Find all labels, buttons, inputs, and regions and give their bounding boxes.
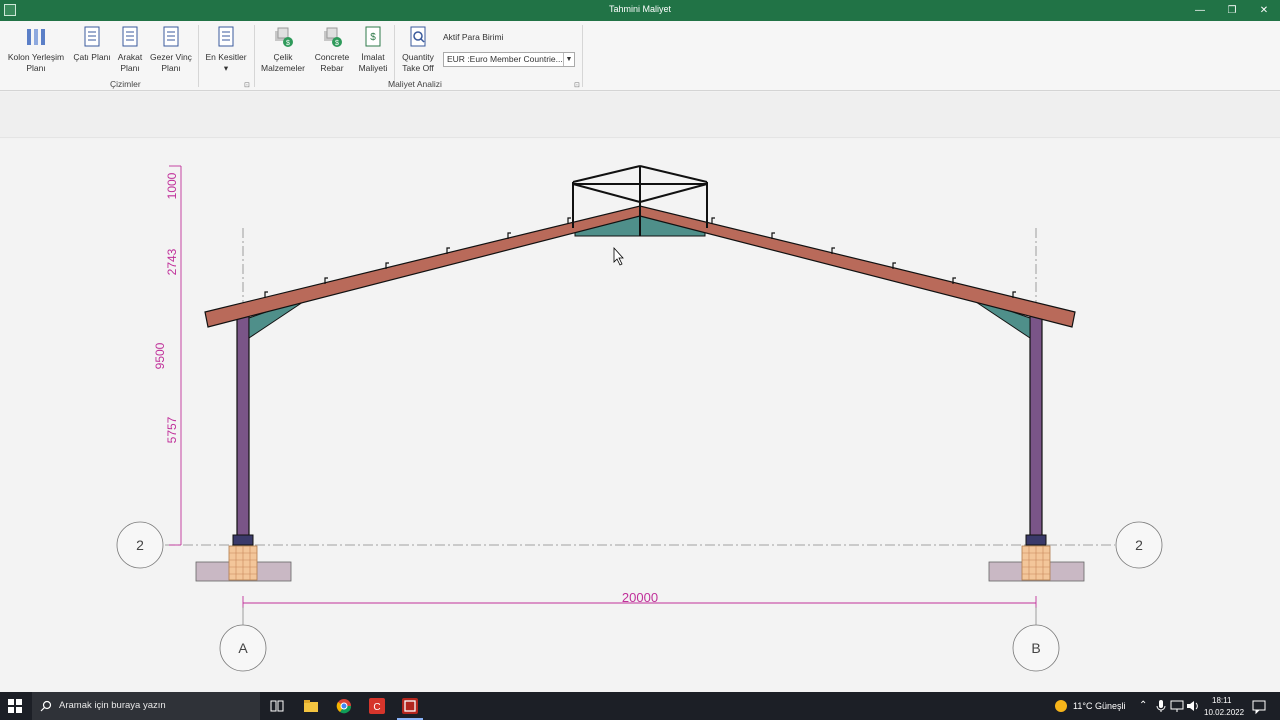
svg-text:$: $	[335, 40, 339, 47]
en-kesitler-button[interactable]: En Kesitler ▾	[202, 25, 250, 74]
svg-text:$: $	[370, 32, 376, 43]
volume-icon[interactable]	[1184, 697, 1202, 715]
dim-label-9500: 9500	[153, 342, 167, 369]
column-layout-icon	[27, 29, 45, 45]
ribbon-separator	[254, 25, 255, 87]
arakat-plani-button[interactable]: Arakat Planı	[114, 25, 146, 74]
notification-icon[interactable]	[1250, 697, 1268, 715]
dim-label-2743: 2743	[165, 248, 179, 275]
ribbon-separator	[582, 25, 583, 87]
svg-text:$: $	[286, 40, 290, 47]
currency-select[interactable]: EUR :Euro Member Countrie... ▼	[443, 52, 575, 67]
chrome-icon[interactable]	[335, 697, 353, 715]
dim-label-20000: 20000	[622, 590, 658, 605]
rafter-left	[204, 205, 641, 328]
mouse-cursor-icon	[613, 246, 624, 266]
clock-date[interactable]: 10.02.2022	[1204, 708, 1244, 717]
celik-malzemeler-button[interactable]: $ Çelik Malzemeler	[258, 25, 308, 74]
concrete-rebar-button[interactable]: $ Concrete Rebar	[312, 25, 352, 74]
ribbon-separator	[394, 25, 395, 87]
currency-value: EUR :Euro Member Countrie...	[447, 54, 563, 64]
frame-section-drawing: 1000 2743 5757 9500 20000 2 2 A B	[116, 165, 1163, 672]
file-explorer-icon[interactable]	[302, 697, 320, 715]
column-right	[1029, 311, 1043, 543]
app-red-icon[interactable]: C	[368, 697, 386, 715]
svg-text:C: C	[373, 702, 380, 713]
maliyet-analizi-group-label: Maliyet Analizi	[388, 79, 442, 89]
imalat-maliyeti-button[interactable]: $ İmalat Maliyeti	[355, 25, 391, 74]
taskbar-search[interactable]: Aramak için buraya yazın	[32, 692, 260, 720]
weather-text[interactable]: 11°C Güneşli	[1073, 701, 1125, 711]
chevron-down-icon[interactable]: ▼	[563, 53, 574, 66]
weather-sun-icon[interactable]	[1052, 697, 1070, 715]
window-title: Tahmini Maliyet	[608, 4, 672, 14]
grid-label-b: B	[1031, 640, 1040, 656]
ribbon: Kolon Yerleşim Planı Çatı Planı Arakat P…	[0, 21, 1280, 91]
gezer-vinc-plani-button[interactable]: Gezer Vinç Planı	[148, 25, 194, 74]
vertical-dimension	[169, 165, 182, 546]
taskbar: Aramak için buraya yazın C 11°C Güneşli …	[0, 692, 1280, 720]
document-icon	[122, 26, 138, 47]
minimize-button[interactable]: —	[1186, 2, 1214, 19]
windows-start-icon[interactable]	[8, 699, 22, 713]
task-view-icon[interactable]	[268, 697, 286, 715]
footing-right	[988, 545, 1085, 582]
section-document-icon	[218, 26, 234, 47]
search-icon	[40, 700, 52, 712]
document-icon	[163, 26, 179, 47]
rafter-right	[639, 205, 1076, 328]
drawing-canvas[interactable]: 1000 2743 5757 9500 20000 2 2 A B	[0, 139, 1280, 692]
maliyet-launcher-icon[interactable]: ⊡	[574, 81, 580, 89]
grid-label-row-right: 2	[1135, 537, 1143, 553]
cizimler-group-label: Çizimler	[110, 79, 141, 89]
currency-label: Aktif Para Birimi	[443, 32, 504, 42]
search-placeholder: Aramak için buraya yazın	[59, 700, 166, 711]
dim-label-5757: 5757	[165, 416, 179, 443]
magnifier-document-icon	[410, 26, 426, 47]
grid-label-row-left: 2	[136, 537, 144, 553]
cizimler-launcher-icon[interactable]: ⊡	[244, 81, 250, 89]
concrete-rebar-icon: $	[324, 27, 342, 47]
steel-materials-icon: $	[275, 27, 293, 47]
clock-time[interactable]: 18:11	[1212, 696, 1231, 705]
ribbon-separator	[198, 25, 199, 87]
cati-plani-button[interactable]: Çatı Planı	[72, 25, 112, 63]
grid-label-a: A	[238, 640, 248, 656]
cost-document-icon: $	[365, 26, 381, 47]
kolon-yerlesim-plani-button[interactable]: Kolon Yerleşim Planı	[4, 25, 68, 74]
document-icon	[84, 26, 100, 47]
column-left	[236, 311, 250, 543]
dim-label-1000: 1000	[165, 172, 179, 199]
toolbar-strip	[0, 92, 1280, 138]
restore-button[interactable]: ❐	[1218, 2, 1246, 19]
quantity-take-off-button[interactable]: Quantity Take Off	[397, 25, 439, 74]
chevron-up-icon[interactable]: ⌃	[1139, 700, 1147, 711]
title-bar: Tahmini Maliyet — ❐ ✕	[0, 0, 1280, 21]
close-button[interactable]: ✕	[1250, 2, 1278, 19]
footing-left	[195, 545, 292, 582]
active-app-icon[interactable]	[401, 697, 419, 715]
